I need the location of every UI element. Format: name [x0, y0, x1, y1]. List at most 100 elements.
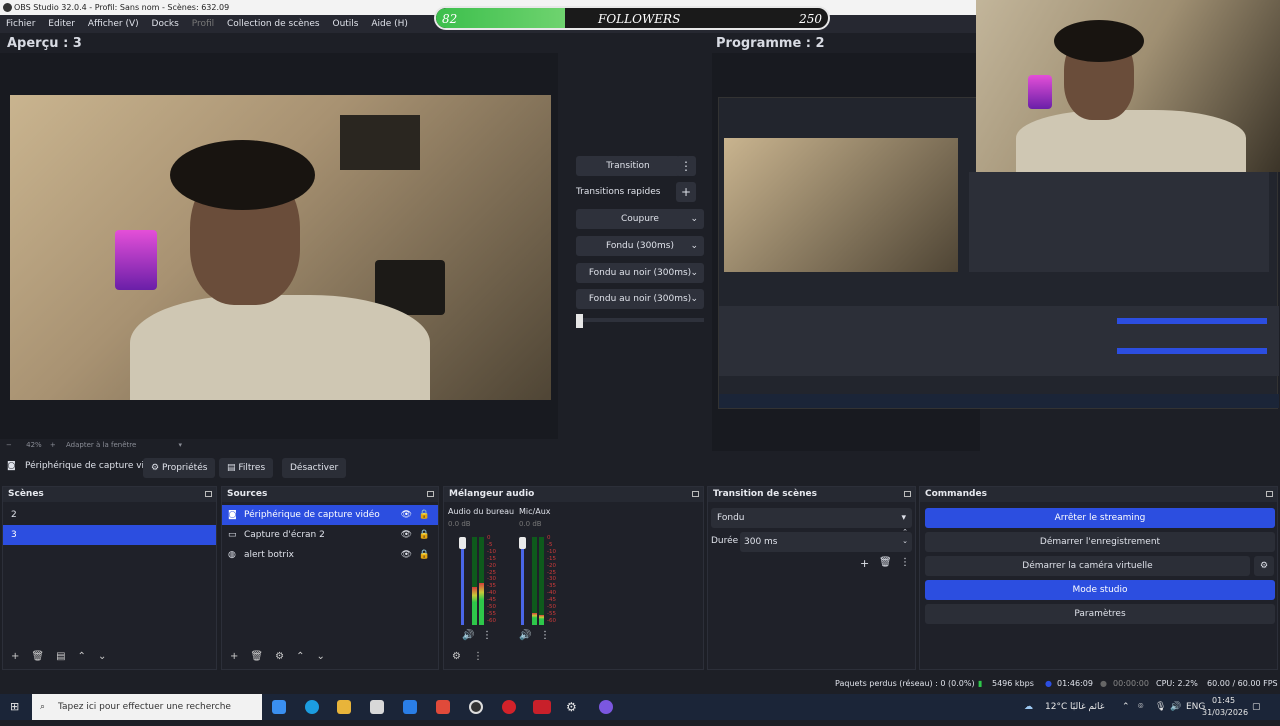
scene-item-selected[interactable]: 3: [3, 525, 216, 545]
source-item-screen[interactable]: ▭ Capture d'écran 2 👁 🔒: [222, 525, 438, 545]
trash-icon[interactable]: 🗑: [250, 651, 263, 662]
mail-icon[interactable]: [403, 700, 417, 714]
popout-icon[interactable]: [692, 491, 699, 497]
menu-docks[interactable]: Docks: [152, 19, 179, 29]
edge-icon[interactable]: [305, 700, 319, 714]
scale-tick: -35: [547, 583, 556, 590]
start-virtual-camera-button[interactable]: Démarrer la caméra virtuelle: [925, 556, 1250, 576]
brave-icon[interactable]: [436, 700, 450, 714]
speaker-icon[interactable]: 🔊: [462, 630, 474, 641]
source-item-video[interactable]: ◙ Périphérique de capture vidéo 👁 🔒: [222, 505, 438, 525]
eye-icon[interactable]: 👁: [401, 545, 412, 565]
notification-icon[interactable]: ▢: [1252, 694, 1261, 720]
followers-goal: 250: [799, 12, 822, 26]
eye-icon[interactable]: 👁: [401, 525, 412, 545]
quick-transition-1[interactable]: Coupure ⌄: [576, 209, 704, 229]
discord-icon[interactable]: [599, 700, 613, 714]
trash-icon[interactable]: 🗑: [31, 651, 44, 662]
volume-icon[interactable]: 🔊: [1170, 694, 1181, 720]
channel-2-volume-knob[interactable]: [519, 537, 526, 549]
transition-type-select[interactable]: Fondu ▾: [711, 508, 912, 528]
zoom-out-button[interactable]: −: [6, 441, 12, 449]
channel-1-volume-track[interactable]: [461, 537, 464, 625]
move-up-icon[interactable]: ⌃: [78, 651, 86, 662]
opera-icon[interactable]: [502, 700, 516, 714]
windows-start-icon[interactable]: ⊞: [10, 694, 19, 720]
channel-2-volume-track[interactable]: [521, 537, 524, 625]
transition-menu-icon[interactable]: ⋮: [676, 156, 696, 176]
popout-icon[interactable]: [205, 491, 212, 497]
scene-item[interactable]: 2: [3, 505, 216, 525]
preview-video-feed[interactable]: [10, 95, 551, 400]
zoom-in-button[interactable]: +: [50, 441, 56, 449]
channel-2-meter-level: [532, 613, 537, 625]
obs-icon[interactable]: [469, 700, 483, 714]
add-quick-transition-icon[interactable]: +: [676, 182, 696, 202]
copilot-icon[interactable]: [272, 700, 286, 714]
zoom-mode-chevron-icon[interactable]: ▾: [179, 441, 183, 449]
studio-mode-button[interactable]: Mode studio: [925, 580, 1275, 600]
eye-icon[interactable]: 👁: [401, 505, 412, 525]
speaker-icon[interactable]: 🔊: [519, 630, 531, 641]
source-item-browser[interactable]: ◍ alert botrix 👁 🔒: [222, 545, 438, 565]
menu-aide[interactable]: Aide (H): [371, 19, 408, 29]
add-icon[interactable]: +: [11, 651, 19, 662]
menu-fichier[interactable]: Fichier: [6, 19, 35, 29]
tbar-handle[interactable]: [576, 314, 583, 328]
quick-transition-4[interactable]: Fondu au noir (300ms) ⌄: [576, 289, 704, 309]
network-icon[interactable]: ⌾: [1138, 694, 1143, 720]
channel-2-menu-icon[interactable]: ⋮: [540, 630, 550, 641]
scale-tick: -60: [547, 617, 556, 624]
gear-icon[interactable]: ⚙: [275, 651, 284, 662]
menu-profil[interactable]: Profil: [192, 19, 214, 29]
tbar-track[interactable]: [576, 318, 704, 322]
add-icon[interactable]: +: [860, 557, 869, 570]
settings-button[interactable]: Paramètres: [925, 604, 1275, 624]
gear-icon: ⚙: [151, 463, 162, 473]
popout-icon[interactable]: [427, 491, 434, 497]
filter-icon[interactable]: ▤: [56, 651, 65, 662]
mixer-menu-icon[interactable]: ⋮: [473, 651, 483, 662]
zoom-mode[interactable]: Adapter à la fenêtre: [66, 441, 136, 449]
store-icon[interactable]: [370, 700, 384, 714]
transition-button[interactable]: Transition: [576, 156, 680, 176]
duration-field[interactable]: 300 ms ⌃ ⌄: [740, 528, 912, 552]
move-down-icon[interactable]: ⌄: [316, 651, 324, 662]
deactivate-button[interactable]: Désactiver: [282, 458, 347, 478]
lock-icon[interactable]: 🔒: [419, 505, 430, 525]
commands-title: Commandes: [925, 489, 987, 499]
tray-chevron-icon[interactable]: ⌃: [1122, 694, 1130, 720]
popout-icon[interactable]: [904, 491, 911, 497]
menu-editer[interactable]: Editer: [48, 19, 75, 29]
settings-icon[interactable]: ⚙: [452, 651, 461, 662]
channel-1-menu-icon[interactable]: ⋮: [482, 630, 492, 641]
popout-icon[interactable]: [1266, 491, 1273, 497]
file-explorer-icon[interactable]: [337, 700, 351, 714]
menu-outils[interactable]: Outils: [332, 19, 358, 29]
lock-icon[interactable]: 🔒: [419, 525, 430, 545]
filters-button[interactable]: ▤ Filtres: [219, 458, 274, 478]
followers-goal-bar: 82 FOLLOWERS 250: [434, 6, 830, 30]
transition-menu-icon[interactable]: ⋮: [900, 557, 910, 568]
scene-transition-title: Transition de scènes: [713, 489, 817, 499]
lock-icon[interactable]: 🔒: [419, 545, 430, 565]
settings-icon[interactable]: ⚙: [566, 700, 580, 714]
menu-collection[interactable]: Collection de scènes: [227, 19, 320, 29]
clock-date[interactable]: 31/03/2026: [1202, 700, 1248, 726]
taskbar-search[interactable]: ⌕ Tapez ici pour effectuer une recherche: [32, 694, 262, 720]
virtual-camera-settings-icon[interactable]: ⚙: [1254, 556, 1274, 576]
add-icon[interactable]: +: [230, 651, 238, 662]
stop-streaming-button[interactable]: Arrêter le streaming: [925, 508, 1275, 528]
properties-button[interactable]: ⚙ Propriétés: [143, 458, 216, 478]
trash-icon[interactable]: 🗑: [879, 557, 892, 568]
quick-transition-3[interactable]: Fondu au noir (300ms) ⌄: [576, 263, 704, 283]
start-recording-button[interactable]: Démarrer l'enregistrement: [925, 532, 1275, 552]
mic-tray-icon[interactable]: 🎙: [1155, 694, 1166, 720]
move-up-icon[interactable]: ⌃: [296, 651, 304, 662]
stepper-icon[interactable]: ⌃ ⌄: [902, 528, 908, 546]
quick-transition-2[interactable]: Fondu (300ms) ⌄: [576, 236, 704, 256]
channel-1-volume-knob[interactable]: [459, 537, 466, 549]
app-icon[interactable]: [533, 700, 551, 714]
menu-afficher[interactable]: Afficher (V): [88, 19, 139, 29]
move-down-icon[interactable]: ⌄: [98, 651, 106, 662]
